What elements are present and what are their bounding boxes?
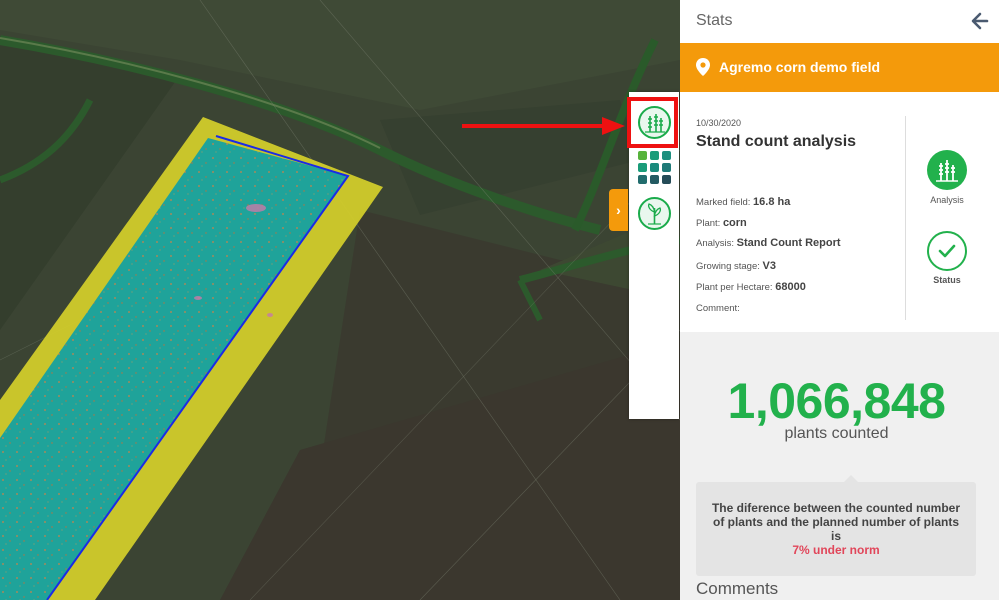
highlight-box bbox=[627, 97, 678, 148]
expand-panel-button[interactable]: › bbox=[609, 189, 628, 231]
plants-counted-value: 1,066,848 bbox=[727, 373, 946, 429]
comment-info: Comment: bbox=[696, 303, 740, 314]
analysis-card: 10/30/2020 Stand count analysis Marked f… bbox=[680, 92, 999, 332]
grid-icon bbox=[638, 151, 671, 184]
crop-analysis-icon bbox=[936, 160, 958, 182]
analysis-info: Analysis: Stand Count Report bbox=[696, 237, 841, 249]
difference-note-text: The diference between the counted number… bbox=[711, 501, 961, 543]
field-title-bar: Agremo corn demo field bbox=[680, 43, 999, 92]
analysis-badge[interactable] bbox=[927, 150, 967, 190]
satellite-map[interactable] bbox=[0, 0, 680, 600]
field-name: Agremo corn demo field bbox=[719, 59, 881, 75]
analysis-badge-label: Analysis bbox=[930, 195, 964, 205]
status-badge[interactable] bbox=[927, 231, 967, 271]
zones-layer-button[interactable] bbox=[638, 151, 671, 184]
status-badge-label: Status bbox=[933, 275, 961, 285]
stats-panel: Stats Agremo corn demo field 10/30/2020 … bbox=[680, 0, 999, 600]
plant-layer-button[interactable] bbox=[638, 197, 671, 230]
map-view[interactable] bbox=[0, 0, 680, 600]
marked-field-info: Marked field: 16.8 ha bbox=[696, 196, 791, 208]
checkmark-icon bbox=[938, 244, 956, 258]
arrow-left-icon[interactable] bbox=[971, 11, 989, 31]
plant-per-hectare-info: Plant per Hectare: 68000 bbox=[696, 281, 806, 293]
difference-note: The diference between the counted number… bbox=[696, 475, 976, 576]
difference-highlight: 7% under norm bbox=[792, 543, 880, 557]
plant-info: Plant: corn bbox=[696, 217, 747, 229]
growing-stage-info: Growing stage: V3 bbox=[696, 260, 777, 272]
panel-header: Stats bbox=[680, 0, 999, 43]
plants-counted-caption: plants counted bbox=[784, 425, 889, 442]
chevron-right-icon: › bbox=[616, 202, 621, 218]
map-pin-icon bbox=[696, 58, 710, 76]
analysis-title: Stand count analysis bbox=[696, 133, 857, 150]
card-divider bbox=[905, 116, 906, 320]
comments-title: Comments bbox=[696, 579, 779, 598]
analysis-date: 10/30/2020 bbox=[696, 118, 742, 128]
note-caret bbox=[843, 475, 859, 483]
pointer-arrow-icon bbox=[462, 117, 625, 135]
panel-title: Stats bbox=[696, 12, 733, 29]
plant-icon bbox=[638, 197, 671, 230]
